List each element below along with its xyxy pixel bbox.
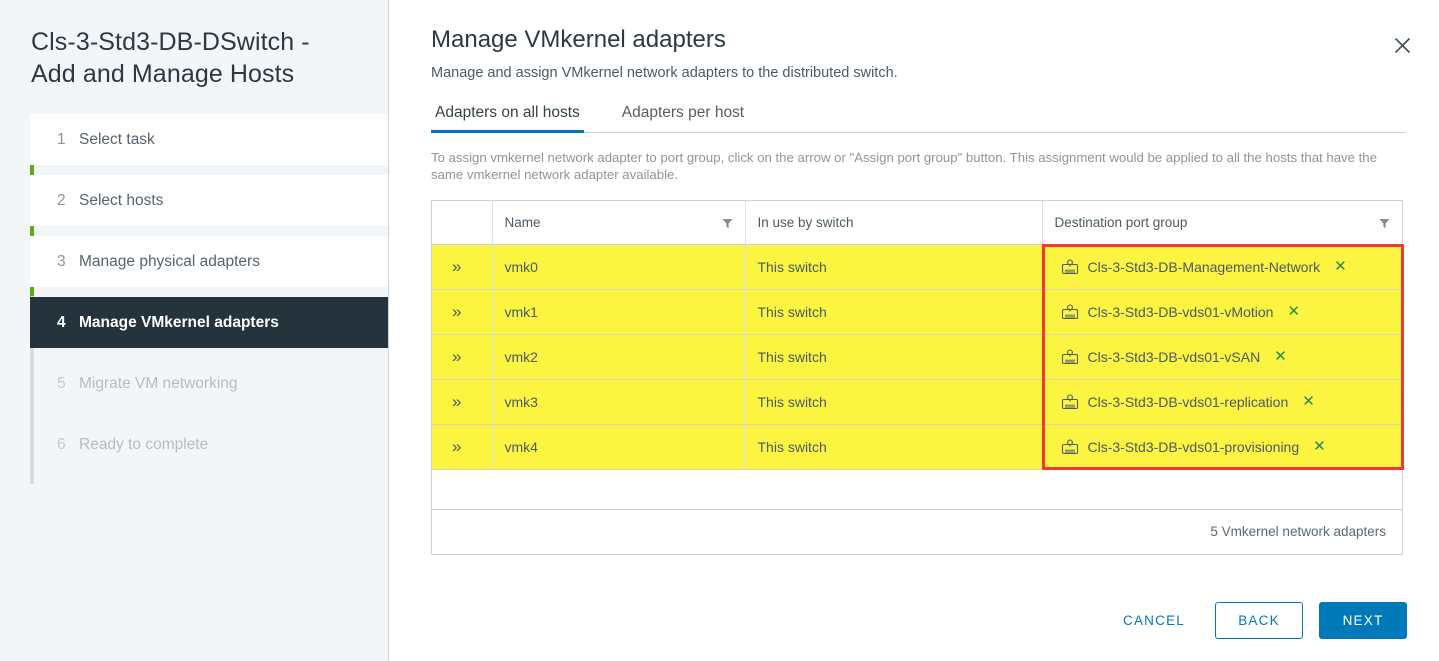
cell-destination-port-group[interactable]: Cls-3-Std3-DB-vds01-provisioning ✕ xyxy=(1041,424,1402,470)
wizard-sidebar: Cls-3-Std3-DB-DSwitch - Add and Manage H… xyxy=(0,0,389,661)
step-label: Select task xyxy=(79,130,155,148)
column-header-destination-port-group[interactable]: Destination port group xyxy=(1041,201,1402,245)
sidebar-step-manage-vmkernel-adapters[interactable]: 4 Manage VMkernel adapters xyxy=(30,297,388,348)
table-row[interactable]: » vmk0 This switch Cls-3-Std3-DB-Managem… xyxy=(432,244,1402,290)
wizard-footer: CANCEL BACK NEXT xyxy=(1101,602,1407,639)
table-empty-row xyxy=(432,469,1402,510)
close-icon[interactable] xyxy=(1388,31,1416,59)
empty-cell xyxy=(745,469,1042,510)
step-number: 5 xyxy=(57,374,66,392)
step-label: Manage physical adapters xyxy=(79,252,260,270)
port-group-name: Cls-3-Std3-DB-vds01-provisioning xyxy=(1087,438,1300,455)
cancel-button[interactable]: CANCEL xyxy=(1101,602,1207,639)
empty-cell xyxy=(432,469,492,510)
double-chevron-right-icon[interactable]: » xyxy=(452,392,462,411)
double-chevron-right-icon[interactable]: » xyxy=(452,302,462,321)
tab-adapters-on-all-hosts[interactable]: Adapters on all hosts xyxy=(431,99,584,133)
column-header-label: Name xyxy=(504,214,541,230)
step-label: Select hosts xyxy=(79,191,164,209)
back-button[interactable]: BACK xyxy=(1215,602,1303,639)
step-label: Ready to complete xyxy=(79,435,209,453)
port-group-name: Cls-3-Std3-DB-vds01-vSAN xyxy=(1087,348,1261,365)
filter-icon[interactable] xyxy=(1379,217,1390,228)
port-group-name: Cls-3-Std3-DB-vds01-vMotion xyxy=(1087,303,1274,320)
wizard-steps: 1 Select task 2 Select hosts 3 Manage ph… xyxy=(0,114,388,484)
column-header-label: Destination port group xyxy=(1054,214,1188,230)
step-number: 4 xyxy=(57,313,66,331)
double-chevron-right-icon[interactable]: » xyxy=(452,437,462,456)
page-subtitle: Manage and assign VMkernel network adapt… xyxy=(431,65,898,81)
sidebar-step-ready-to-complete: 6 Ready to complete xyxy=(30,419,388,470)
double-chevron-right-icon[interactable]: » xyxy=(452,347,462,366)
column-header-expand xyxy=(432,201,492,245)
step-number: 6 xyxy=(57,435,66,453)
page-title: Manage VMkernel adapters xyxy=(431,26,726,53)
step-number: 2 xyxy=(57,191,66,209)
cell-in-use-by-switch: This switch xyxy=(744,244,1042,290)
cell-adapter-name: vmk4 xyxy=(491,424,745,470)
table-row[interactable]: » vmk4 This switch Cls-3-Std3-DB-vds01-p… xyxy=(432,424,1402,470)
port-group-name: Cls-3-Std3-DB-vds01-replication xyxy=(1087,393,1289,410)
table-header-row: Name In use by switch Destination port g… xyxy=(432,201,1402,245)
cell-in-use-by-switch: This switch xyxy=(744,334,1042,380)
table-row[interactable]: » vmk3 This switch Cls-3-Std3-DB-vds01-r… xyxy=(432,379,1402,425)
assign-port-group-arrow[interactable]: » xyxy=(432,289,492,335)
instruction-text: To assign vmkernel network adapter to po… xyxy=(431,150,1377,182)
step-number: 1 xyxy=(57,130,66,148)
column-header-in-use-by-switch[interactable]: In use by switch xyxy=(744,201,1042,245)
tab-bar: Adapters on all hosts Adapters per host xyxy=(431,99,1406,133)
next-button[interactable]: NEXT xyxy=(1319,602,1407,639)
port-group-icon xyxy=(1061,303,1079,321)
cell-destination-port-group[interactable]: Cls-3-Std3-DB-Management-Network ✕ xyxy=(1041,244,1402,290)
table-row[interactable]: » vmk1 This switch Cls-3-Std3-DB-vds01-v… xyxy=(432,289,1402,335)
tab-adapters-per-host[interactable]: Adapters per host xyxy=(618,99,748,132)
column-header-name[interactable]: Name xyxy=(491,201,745,245)
vmkernel-adapters-table: Name In use by switch Destination port g… xyxy=(431,200,1404,555)
assign-port-group-arrow[interactable]: » xyxy=(432,244,492,290)
remove-port-group-icon[interactable]: ✕ xyxy=(1274,349,1287,364)
cell-adapter-name: vmk2 xyxy=(491,334,745,380)
empty-cell xyxy=(492,469,745,510)
assign-port-group-arrow[interactable]: » xyxy=(432,424,492,470)
remove-port-group-icon[interactable]: ✕ xyxy=(1287,304,1300,319)
add-and-manage-hosts-wizard: Cls-3-Std3-DB-DSwitch - Add and Manage H… xyxy=(0,0,1439,661)
empty-cell xyxy=(1042,469,1402,510)
sidebar-step-select-hosts[interactable]: 2 Select hosts xyxy=(30,175,388,226)
table-footer-row: 5 Vmkernel network adapters xyxy=(432,509,1402,554)
sidebar-step-select-task[interactable]: 1 Select task xyxy=(30,114,388,165)
step-number: 3 xyxy=(57,252,66,270)
step-label: Manage VMkernel adapters xyxy=(79,313,279,331)
step-label: Migrate VM networking xyxy=(79,374,238,392)
double-chevron-right-icon[interactable]: » xyxy=(452,257,462,276)
port-group-icon xyxy=(1061,348,1079,366)
port-group-name: Cls-3-Std3-DB-Management-Network xyxy=(1087,258,1321,275)
cell-in-use-by-switch: This switch xyxy=(744,289,1042,335)
assign-port-group-arrow[interactable]: » xyxy=(432,334,492,380)
remove-port-group-icon[interactable]: ✕ xyxy=(1302,394,1315,409)
cell-in-use-by-switch: This switch xyxy=(744,379,1042,425)
sidebar-step-manage-physical-adapters[interactable]: 3 Manage physical adapters xyxy=(30,236,388,287)
table-row[interactable]: » vmk2 This switch Cls-3-Std3-DB-vds01-v… xyxy=(432,334,1402,380)
cell-destination-port-group[interactable]: Cls-3-Std3-DB-vds01-vMotion ✕ xyxy=(1041,289,1402,335)
cell-adapter-name: vmk0 xyxy=(491,244,745,290)
wizard-main-panel: Manage VMkernel adapters Manage and assi… xyxy=(389,0,1439,661)
assign-port-group-arrow[interactable]: » xyxy=(432,379,492,425)
cell-destination-port-group[interactable]: Cls-3-Std3-DB-vds01-replication ✕ xyxy=(1041,379,1402,425)
filter-icon[interactable] xyxy=(722,217,733,228)
port-group-icon xyxy=(1061,258,1079,276)
remove-port-group-icon[interactable]: ✕ xyxy=(1313,439,1326,454)
column-header-label: In use by switch xyxy=(757,214,854,230)
cell-adapter-name: vmk1 xyxy=(491,289,745,335)
table-row-count: 5 Vmkernel network adapters xyxy=(432,509,1402,554)
port-group-icon xyxy=(1061,393,1079,411)
cell-adapter-name: vmk3 xyxy=(491,379,745,425)
port-group-icon xyxy=(1061,438,1079,456)
cell-in-use-by-switch: This switch xyxy=(744,424,1042,470)
remove-port-group-icon[interactable]: ✕ xyxy=(1334,259,1347,274)
sidebar-step-migrate-vm-networking: 5 Migrate VM networking xyxy=(30,358,388,409)
wizard-title: Cls-3-Std3-DB-DSwitch - Add and Manage H… xyxy=(31,28,310,88)
cell-destination-port-group[interactable]: Cls-3-Std3-DB-vds01-vSAN ✕ xyxy=(1041,334,1402,380)
